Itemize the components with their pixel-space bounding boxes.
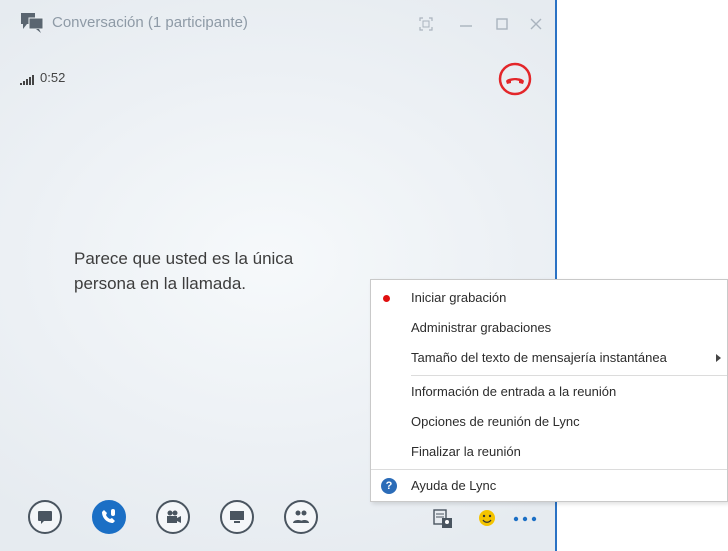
audio-button[interactable] [92,500,126,534]
menu-item-end-meeting[interactable]: Finalizar la reunión [371,437,727,467]
menu-item-label: Iniciar grabación [411,290,507,305]
fullscreen-button[interactable] [412,10,440,38]
monitor-icon [230,511,244,523]
title-bar: Conversación (1 participante) [0,0,555,46]
alone-in-call-message: Parece que usted es la única persona en … [74,249,294,293]
hang-up-icon[interactable] [498,62,532,96]
menu-separator [371,469,727,470]
submenu-arrow-icon [716,354,721,362]
record-dot-icon [383,295,390,302]
window-title: Conversación (1 participante) [52,14,248,31]
minimize-button[interactable] [452,10,480,38]
phone-mic-icon [102,509,115,523]
more-options-icon[interactable] [512,515,538,523]
menu-item-lync-help[interactable]: ? Ayuda de Lync [371,471,727,501]
call-timer: 0:52 [40,70,66,85]
im-button[interactable] [28,500,62,534]
maximize-button[interactable] [488,10,516,38]
menu-item-start-recording[interactable]: Iniciar grabación [371,283,727,313]
close-icon [530,18,542,30]
menu-item-label: Opciones de reunión de Lync [411,414,580,429]
menu-item-label: Ayuda de Lync [411,478,497,493]
menu-separator [411,375,727,376]
menu-item-join-info[interactable]: Información de entrada a la reunión [371,377,727,407]
people-icon [293,510,309,523]
menu-item-meeting-options[interactable]: Opciones de reunión de Lync [371,407,727,437]
menu-item-manage-recordings[interactable]: Administrar grabaciones [371,313,727,343]
menu-item-label: Finalizar la reunión [411,444,521,459]
menu-item-label: Información de entrada a la reunión [411,384,617,399]
more-options-menu: Iniciar grabación Administrar grabacione… [370,279,728,502]
help-icon: ? [381,478,397,494]
emoticon-icon[interactable] [477,508,497,528]
menu-item-label: Administrar grabaciones [411,320,552,335]
menu-item-im-text-size[interactable]: Tamaño del texto de mensajería instantán… [371,343,727,373]
participants-button[interactable] [284,500,318,534]
present-button[interactable] [220,500,254,534]
close-button[interactable] [522,10,550,38]
minimize-icon [460,25,472,27]
fullscreen-icon [419,17,433,31]
chat-bubble-icon [38,511,52,524]
menu-item-label: Tamaño del texto de mensajería instantán… [411,350,667,365]
conversation-info-icon[interactable] [432,508,454,530]
call-status: 0:52 [20,70,65,85]
video-button[interactable] [156,500,190,534]
conversation-icon [21,13,44,33]
maximize-icon [496,18,508,30]
signal-strength-icon [20,75,34,85]
video-camera-icon [167,510,181,523]
